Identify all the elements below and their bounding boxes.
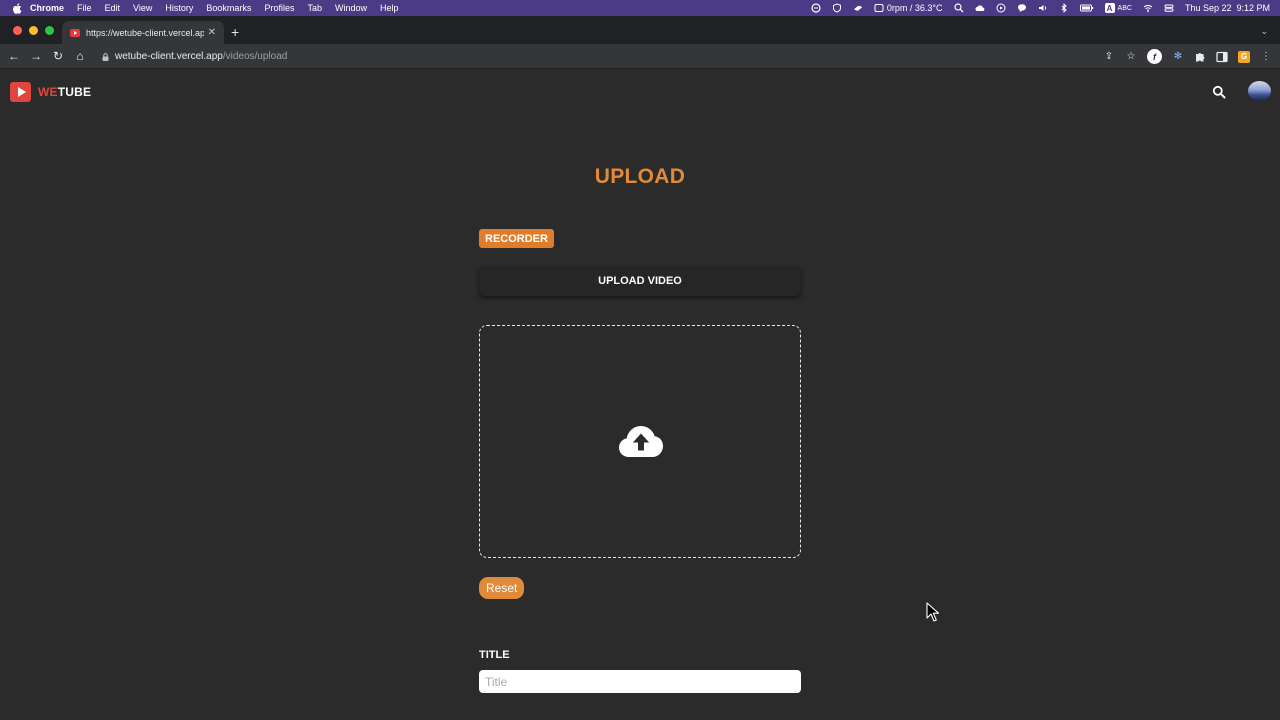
battery-icon[interactable] [1079,3,1094,13]
video-dropzone[interactable] [479,325,801,558]
address-bar[interactable]: wetube-client.vercel.app /videos/upload [94,47,1094,66]
upload-video-button[interactable]: UPLOAD VIDEO [479,266,801,296]
fan-icon[interactable] [874,3,884,13]
wetube-logo[interactable]: WETUBE [10,82,91,102]
page-content: WETUBE UPLOAD RECORDER UPLOAD VIDEO Rese… [0,70,1280,720]
reload-icon[interactable]: ↻ [47,49,69,63]
address-path: /videos/upload [222,51,288,62]
fan-temp-status[interactable]: 0rpm / 36.3°C [887,3,943,13]
menu-view[interactable]: View [133,3,152,13]
menu-window[interactable]: Window [335,3,367,13]
menu-app-name[interactable]: Chrome [30,3,64,13]
apple-icon[interactable] [12,2,22,14]
lock-icon[interactable] [102,52,109,61]
menu-profiles[interactable]: Profiles [264,3,294,13]
youtube-favicon-icon [70,28,80,37]
bookmark-star-icon[interactable]: ☆ [1125,51,1137,63]
forward-arrow-icon[interactable]: → [25,49,47,63]
play-logo-icon [10,82,31,102]
extension-sparkle-icon[interactable]: ✻ [1172,51,1184,63]
logo-text-we: WE [38,85,58,99]
menu-file[interactable]: File [77,3,92,13]
extension-badge-icon[interactable]: G [1238,50,1250,63]
menu-bar-clock[interactable]: Thu Sep 22 9:12 PM [1185,3,1270,13]
side-panel-icon[interactable] [1216,51,1228,63]
input-source-label: ABC [1117,4,1132,12]
menu-bookmarks[interactable]: Bookmarks [206,3,251,13]
recorder-button[interactable]: RECORDER [479,229,554,248]
chat-bubble-icon[interactable] [1017,3,1027,13]
menu-history[interactable]: History [165,3,193,13]
user-avatar[interactable] [1248,81,1271,101]
menu-tab[interactable]: Tab [307,3,322,13]
new-tab-button[interactable]: + [231,25,239,39]
profile-extension-icon[interactable]: f [1147,49,1162,64]
reset-button[interactable]: Reset [479,577,525,599]
more-menu-icon[interactable]: ⋮ [1260,51,1272,63]
share-icon[interactable]: ⇪ [1103,51,1115,63]
browser-tab-active[interactable]: https://wetube-client.vercel.app ✕ [62,21,224,44]
input-source-icon: A [1104,3,1115,13]
control-center-icon[interactable] [1164,3,1174,13]
window-zoom-button[interactable] [45,26,54,35]
address-host: wetube-client.vercel.app [115,51,223,62]
toolbar-actions: ⇪ ☆ f ✻ G ⋮ [1103,44,1272,69]
menu-bar-status-area: 0rpm / 36.3°C A ABC Thu Sep 22 9:12 PM [811,0,1270,16]
browser-tab-strip: https://wetube-client.vercel.app ✕ + ⌄ [0,16,1280,44]
logo-text: WETUBE [38,85,91,99]
site-header: WETUBE [0,70,1280,114]
bluetooth-icon[interactable] [1059,3,1069,13]
shield-icon[interactable] [832,3,842,13]
search-icon[interactable] [1212,85,1226,99]
title-label: TITLE [479,649,510,661]
cloud-upload-icon [619,426,663,457]
menu-help[interactable]: Help [380,3,399,13]
play-circle-icon[interactable] [996,3,1006,13]
input-source-indicator[interactable]: A ABC [1104,3,1132,13]
browser-toolbar: ← → ↻ ⌂ wetube-client.vercel.app /videos… [0,44,1280,69]
bird-icon[interactable] [853,3,863,13]
tab-title: https://wetube-client.vercel.app [86,27,204,38]
macos-menu-bar: Chrome File Edit View History Bookmarks … [0,0,1280,16]
home-icon[interactable]: ⌂ [69,49,91,63]
back-arrow-icon[interactable]: ← [3,49,25,63]
volume-icon[interactable] [1038,3,1048,13]
menu-edit[interactable]: Edit [105,3,121,13]
tab-close-icon[interactable]: ✕ [208,27,216,38]
wifi-icon[interactable] [1143,3,1153,13]
window-controls [13,26,54,35]
sync-icon[interactable] [811,3,821,13]
cloud-icon[interactable] [975,3,985,13]
window-minimize-button[interactable] [29,26,38,35]
puzzle-extensions-icon[interactable] [1194,51,1206,63]
spotlight-icon[interactable] [953,3,964,13]
tab-search-chevron-icon[interactable]: ⌄ [1260,26,1268,37]
title-input[interactable] [479,670,801,693]
logo-text-tube: TUBE [57,85,92,99]
page-title: UPLOAD [594,165,686,188]
window-close-button[interactable] [13,26,22,35]
mouse-cursor-icon [926,602,939,622]
